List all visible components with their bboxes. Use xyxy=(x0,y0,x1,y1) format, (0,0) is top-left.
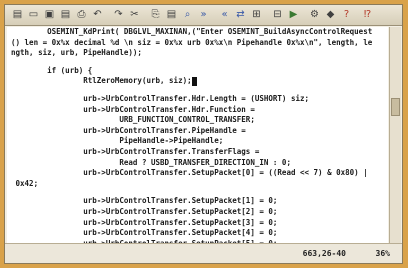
code-line: urb->UrbControlTransfer.PipeHandle = xyxy=(7,126,388,137)
code-line: urb->UrbControlTransfer.SetupPacket[2] =… xyxy=(7,207,388,218)
code-line: () len = 0x%x decimal %d \n siz = 0x%x u… xyxy=(7,38,388,49)
code-line-text: urb->UrbControlTransfer.TransferFlags = xyxy=(11,146,260,156)
vertical-scrollbar[interactable] xyxy=(389,27,401,243)
code-editor[interactable]: OSEMINT_KdPrint( DBGLVL_MAXINAN,("Enter … xyxy=(7,27,388,243)
help-icon[interactable]: ? xyxy=(339,8,354,22)
editor-window: ▤ ▭ ▣ ▤ ⎙ ↶ ↷ ✂ ⎘ ▤ ⌕» «⇄ ⊞ ⊟ ▶ ⚙ ◆? ⁉ OSEMINT_KdPrint( D… xyxy=(4,4,403,264)
find-prev-icon[interactable]: « xyxy=(217,8,232,22)
save-all-icon[interactable]: ▤ xyxy=(58,8,73,22)
run-script-icon[interactable]: ▶ xyxy=(286,8,301,22)
code-line: urb->UrbControlTransfer.TransferFlags = xyxy=(7,147,388,158)
code-line: Read ? USBD_TRANSFER_DIRECTION_IN : 0; xyxy=(7,158,388,169)
code-line: urb->UrbControlTransfer.SetupPacket[1] =… xyxy=(7,196,388,207)
status-bar: 663,26-40 36% xyxy=(5,243,402,263)
code-line-text: if (urb) { xyxy=(11,65,93,75)
code-line: urb->UrbControlTransfer.SetupPacket[0] =… xyxy=(7,168,388,179)
undo-icon[interactable]: ↶ xyxy=(90,8,105,22)
file-percent: 36% xyxy=(375,249,390,258)
make-icon[interactable]: ⚙ xyxy=(307,8,322,22)
load-session-icon[interactable]: ⊞ xyxy=(249,8,264,22)
paste-icon[interactable]: ▤ xyxy=(164,8,179,22)
code-line: if (urb) { xyxy=(7,66,388,77)
code-line-text: () len = 0x%x decimal %d \n siz = 0x%x u… xyxy=(11,37,373,47)
toolbar: ▤ ▭ ▣ ▤ ⎙ ↶ ↷ ✂ ⎘ ▤ ⌕» «⇄ ⊞ ⊟ ▶ ⚙ ◆? ⁉ xyxy=(5,5,402,26)
scrollbar-thumb[interactable] xyxy=(391,98,400,116)
tags-icon[interactable]: ◆ xyxy=(323,8,338,22)
new-file-icon[interactable]: ▤ xyxy=(10,8,25,22)
save-session-icon[interactable]: ⊟ xyxy=(270,8,285,22)
code-line-text: 0x42; xyxy=(11,178,39,188)
code-line: OSEMINT_KdPrint( DBGLVL_MAXINAN,("Enter … xyxy=(7,27,388,38)
code-line-text: URB_FUNCTION_CONTROL_TRANSFER; xyxy=(11,115,255,125)
code-line-text: ngth, siz, urb, PipeHandle)); xyxy=(11,48,142,58)
code-line-text: urb->UrbControlTransfer.SetupPacket[1] =… xyxy=(11,196,278,206)
code-line-text: urb->UrbControlTransfer.PipeHandle = xyxy=(11,125,246,135)
code-line-text: urb->UrbControlTransfer.SetupPacket[4] =… xyxy=(11,228,278,238)
text-cursor xyxy=(191,76,197,86)
print-icon[interactable]: ⎙ xyxy=(74,8,89,22)
code-line-text: urb->UrbControlTransfer.SetupPacket[3] =… xyxy=(11,217,278,227)
save-icon[interactable]: ▣ xyxy=(42,8,57,22)
find-icon[interactable]: ⌕ xyxy=(180,8,195,22)
copy-icon[interactable]: ⎘ xyxy=(148,8,163,22)
code-line: 0x42; xyxy=(7,179,388,190)
code-line: ngth, siz, urb, PipeHandle)); xyxy=(7,48,388,59)
code-line-text: urb->UrbControlTransfer.SetupPacket[0] =… xyxy=(11,168,368,178)
redo-icon[interactable]: ↷ xyxy=(111,8,126,22)
code-line: URB_FUNCTION_CONTROL_TRANSFER; xyxy=(7,115,388,126)
code-line-text: urb->UrbControlTransfer.Hdr.Length = (US… xyxy=(11,93,310,103)
find-help-icon[interactable]: ⁉ xyxy=(360,8,375,22)
code-line-text: OSEMINT_KdPrint( DBGLVL_MAXINAN,("Enter … xyxy=(11,27,373,36)
cursor-position: 663,26-40 xyxy=(302,249,346,258)
code-line: urb->UrbControlTransfer.SetupPacket[3] =… xyxy=(7,218,388,229)
code-line-text: urb->UrbControlTransfer.SetupPacket[2] =… xyxy=(11,206,278,216)
code-line-text: RtlZeroMemory(urb, siz); xyxy=(11,76,192,86)
code-line: urb->UrbControlTransfer.Hdr.Length = (US… xyxy=(7,94,388,105)
code-line-text: PipeHandle->PipeHandle; xyxy=(11,136,224,146)
code-line: PipeHandle->PipeHandle; xyxy=(7,136,388,147)
open-folder-icon[interactable]: ▭ xyxy=(26,8,41,22)
replace-icon[interactable]: ⇄ xyxy=(233,8,248,22)
code-line-text: Read ? USBD_TRANSFER_DIRECTION_IN : 0; xyxy=(11,157,291,167)
code-line: RtlZeroMemory(urb, siz); xyxy=(7,76,388,87)
code-line: urb->UrbControlTransfer.SetupPacket[4] =… xyxy=(7,228,388,239)
code-line-text: urb->UrbControlTransfer.Hdr.Function = xyxy=(11,104,255,114)
cut-icon[interactable]: ✂ xyxy=(127,8,142,22)
find-next-icon[interactable]: » xyxy=(196,8,211,22)
code-line: urb->UrbControlTransfer.Hdr.Function = xyxy=(7,105,388,116)
